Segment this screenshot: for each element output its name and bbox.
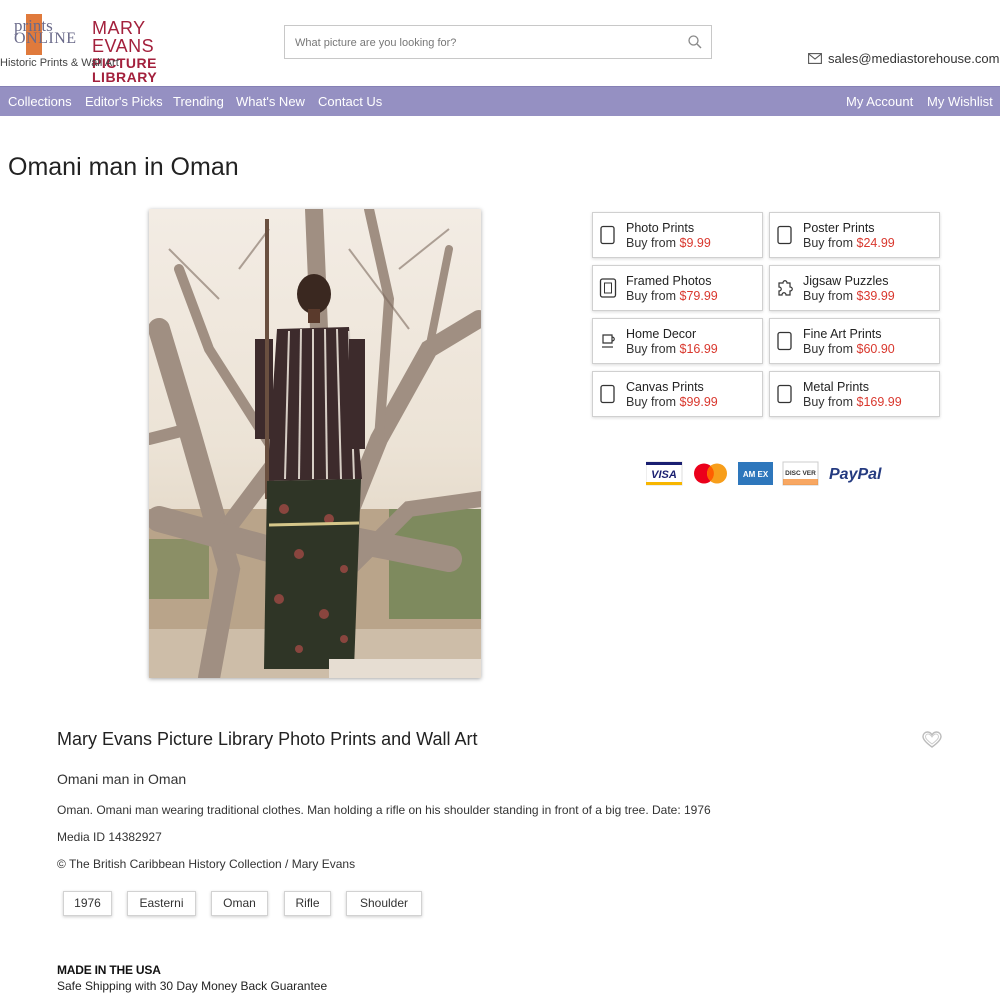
tag-rifle[interactable]: Rifle bbox=[284, 891, 331, 916]
svg-text:VISA: VISA bbox=[651, 469, 677, 481]
tag-oman[interactable]: Oman bbox=[211, 891, 268, 916]
mail-icon bbox=[808, 52, 822, 64]
made-in-usa: MADE IN THE USA bbox=[57, 963, 161, 977]
tag-easterni[interactable]: Easterni bbox=[127, 891, 196, 916]
search-bar bbox=[284, 25, 712, 59]
media-id: Media ID 14382927 bbox=[57, 830, 162, 844]
visa-icon: VISA bbox=[645, 461, 683, 486]
prints-online-logo: prints ONLINE bbox=[8, 14, 76, 58]
mug-icon bbox=[602, 334, 615, 348]
product-photo[interactable] bbox=[149, 209, 481, 678]
search-icon[interactable] bbox=[687, 34, 703, 50]
payment-methods: VISA AM EX DISC VER PayPal bbox=[645, 461, 886, 487]
mastercard-icon bbox=[694, 463, 727, 484]
nav-editors-picks[interactable]: Editor's Picks bbox=[85, 94, 163, 109]
svg-text:DISC VER: DISC VER bbox=[785, 470, 816, 477]
section-heading: Mary Evans Picture Library Photo Prints … bbox=[57, 729, 478, 749]
image-title: Omani man in Oman bbox=[57, 771, 187, 787]
site-logo[interactable]: prints ONLINE MARY EVANS PICTURE LIBRARY bbox=[8, 14, 198, 84]
canvas-icon bbox=[600, 384, 615, 404]
contact-email[interactable]: sales@mediastorehouse.com bbox=[808, 50, 999, 66]
nav-my-account[interactable]: My Account bbox=[846, 94, 913, 109]
nav-collections[interactable]: Collections bbox=[8, 94, 72, 109]
shipping-guarantee: Safe Shipping with 30 Day Money Back Gua… bbox=[57, 979, 328, 993]
svg-text:PayPal: PayPal bbox=[829, 466, 882, 483]
nav-trending[interactable]: Trending bbox=[173, 94, 224, 109]
nav-contact-us[interactable]: Contact Us bbox=[318, 94, 382, 109]
paypal-icon: PayPal bbox=[829, 466, 882, 483]
poster-icon bbox=[777, 225, 792, 245]
amex-icon: AM EX bbox=[738, 462, 773, 485]
product-card-photo-prints[interactable]: Photo Prints Buy from $9.99 bbox=[592, 212, 763, 258]
tag-1976[interactable]: 1976 bbox=[63, 891, 112, 916]
photo-print-icon bbox=[600, 225, 615, 245]
frame-icon bbox=[599, 278, 617, 298]
site-tagline: Historic Prints & Wall Art bbox=[0, 57, 119, 69]
product-card-fine-art-prints[interactable]: Fine Art Prints Buy from $60.90 bbox=[769, 318, 940, 364]
copyright: © The British Caribbean History Collecti… bbox=[57, 857, 356, 871]
nav-my-wishlist[interactable]: My Wishlist bbox=[927, 94, 993, 109]
email-link[interactable]: sales@mediastorehouse.com bbox=[828, 51, 999, 66]
discover-icon: DISC VER bbox=[782, 461, 819, 486]
product-card-framed-photos[interactable]: Framed Photos Buy from $79.99 bbox=[592, 265, 763, 311]
puzzle-icon bbox=[778, 280, 793, 296]
metal-icon bbox=[777, 384, 792, 404]
image-description: Oman. Omani man wearing traditional clot… bbox=[57, 803, 711, 817]
product-card-poster-prints[interactable]: Poster Prints Buy from $24.99 bbox=[769, 212, 940, 258]
product-card-home-decor[interactable]: Home Decor Buy from $16.99 bbox=[592, 318, 763, 364]
svg-text:AM EX: AM EX bbox=[743, 470, 769, 479]
product-card-jigsaw-puzzles[interactable]: Jigsaw Puzzles Buy from $39.99 bbox=[769, 265, 940, 311]
heart-icon[interactable] bbox=[922, 731, 942, 749]
tag-shoulder[interactable]: Shoulder bbox=[346, 891, 422, 916]
product-card-canvas-prints[interactable]: Canvas Prints Buy from $99.99 bbox=[592, 371, 763, 417]
nav-whats-new[interactable]: What's New bbox=[236, 94, 305, 109]
product-card-metal-prints[interactable]: Metal Prints Buy from $169.99 bbox=[769, 371, 940, 417]
search-input[interactable] bbox=[293, 34, 677, 52]
mary-evans-logo: MARY EVANS PICTURE LIBRARY bbox=[92, 18, 158, 85]
fine-art-icon bbox=[777, 331, 792, 351]
main-nav: Collections Editor's Picks Trending What… bbox=[0, 86, 1000, 116]
page-title: Omani man in Oman bbox=[8, 153, 239, 181]
